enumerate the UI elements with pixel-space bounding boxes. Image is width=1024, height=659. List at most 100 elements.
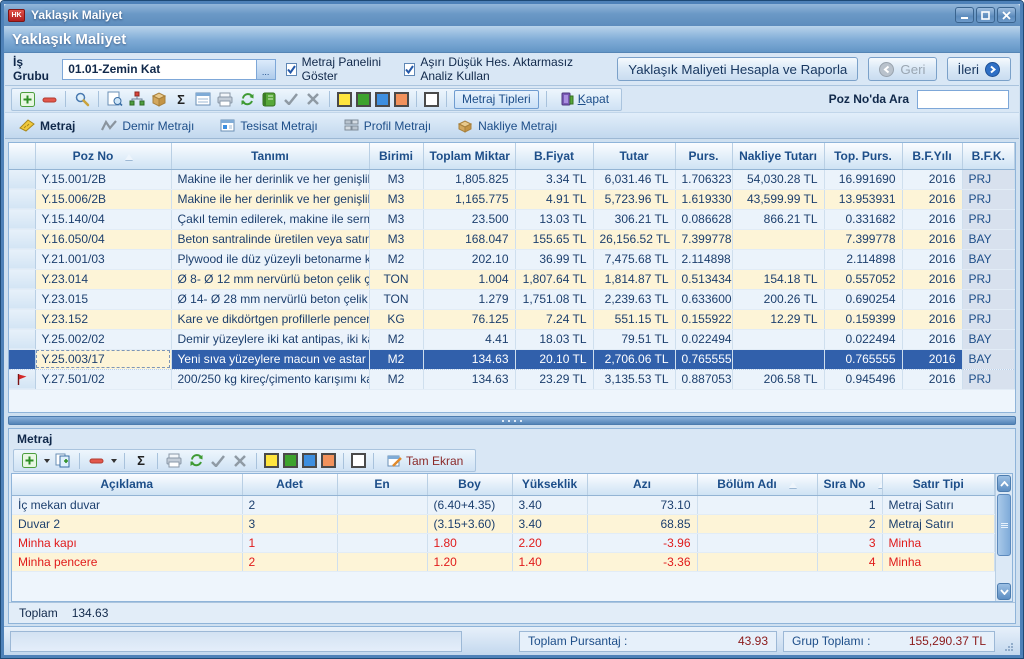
add-row-icon[interactable] xyxy=(18,90,36,108)
cell[interactable]: 0.765555 xyxy=(824,349,902,369)
cell[interactable]: 43,599.99 TL xyxy=(732,189,824,209)
cell[interactable]: Y.23.015 xyxy=(35,289,171,309)
table-row[interactable]: Y.21.001/03Plywood ile düz yüzeyli beton… xyxy=(9,249,1015,269)
tab-tesisat-metraji[interactable]: Tesisat Metrajı xyxy=(220,119,317,133)
cell[interactable] xyxy=(697,495,817,514)
table-row[interactable]: Minha kapı11.802.20-3.963Minha xyxy=(12,533,995,552)
tab-profil-metraji[interactable]: Profil Metrajı xyxy=(344,119,431,133)
cell[interactable]: M2 xyxy=(369,369,423,389)
cell[interactable] xyxy=(337,533,427,552)
column-header[interactable]: Adet xyxy=(242,474,337,495)
print-icon[interactable] xyxy=(165,452,183,470)
row-selector-cell[interactable] xyxy=(9,189,35,209)
cell[interactable]: 0.887053 xyxy=(675,369,732,389)
cell[interactable]: 7.399778 xyxy=(824,229,902,249)
apply-check-icon[interactable] xyxy=(282,90,300,108)
color-swatch-green[interactable] xyxy=(283,453,298,468)
cell[interactable]: BAY xyxy=(962,329,1015,349)
cell[interactable]: 7.24 TL xyxy=(515,309,593,329)
cell[interactable]: KG xyxy=(369,309,423,329)
cell[interactable]: 2016 xyxy=(902,189,962,209)
cell[interactable]: 0.022494 xyxy=(824,329,902,349)
add-line-icon[interactable] xyxy=(20,452,38,470)
cell[interactable]: İç mekan duvar xyxy=(12,495,242,514)
column-header[interactable]: Tutar xyxy=(593,143,675,169)
cell[interactable]: 134.63 xyxy=(423,369,515,389)
package-icon[interactable] xyxy=(150,90,168,108)
table-row[interactable]: Y.15.140/04Çakıl temin edilerek, makine … xyxy=(9,209,1015,229)
cell[interactable] xyxy=(732,349,824,369)
cell[interactable]: 1,751.08 TL xyxy=(515,289,593,309)
cell[interactable] xyxy=(732,329,824,349)
cell[interactable]: Metraj Satırı xyxy=(882,514,995,533)
cell[interactable]: 36.99 TL xyxy=(515,249,593,269)
cell[interactable]: Y.15.001/2B xyxy=(35,169,171,189)
cell[interactable]: 1 xyxy=(817,495,882,514)
color-swatch-blue[interactable] xyxy=(375,92,390,107)
cell[interactable]: 2016 xyxy=(902,229,962,249)
cell[interactable]: 0.086628 xyxy=(675,209,732,229)
column-header[interactable]: Toplam Miktar xyxy=(423,143,515,169)
cell[interactable]: 168.047 xyxy=(423,229,515,249)
cell[interactable]: Minha xyxy=(882,552,995,571)
cell[interactable] xyxy=(337,495,427,514)
cell[interactable]: Kare ve dikdörtgen profillerle pencere v… xyxy=(171,309,369,329)
column-header[interactable]: Nakliye Tutarı xyxy=(732,143,824,169)
cell[interactable]: 54,030.28 TL xyxy=(732,169,824,189)
cell[interactable]: 68.85 xyxy=(587,514,697,533)
hierarchy-icon[interactable] xyxy=(128,90,146,108)
form-icon[interactable] xyxy=(194,90,212,108)
cell[interactable]: BAY xyxy=(962,349,1015,369)
cell[interactable]: Y.15.006/2B xyxy=(35,189,171,209)
column-header[interactable]: Boy xyxy=(427,474,512,495)
cell[interactable]: 2016 xyxy=(902,369,962,389)
scroll-down-button[interactable] xyxy=(997,583,1011,600)
cell[interactable]: 1.004 xyxy=(423,269,515,289)
cell[interactable]: 16.991690 xyxy=(824,169,902,189)
tab-demir-metraji[interactable]: Demir Metrajı xyxy=(101,119,194,133)
table-row[interactable]: Duvar 23(3.15+3.60)3.4068.852Metraj Satı… xyxy=(12,514,995,533)
table-row[interactable]: Y.25.003/17Yeni sıva yüzeylere macun ve … xyxy=(9,349,1015,369)
column-header[interactable]: Satır Tipi xyxy=(882,474,995,495)
cell[interactable]: Metraj Satırı xyxy=(882,495,995,514)
cell[interactable]: 2016 xyxy=(902,169,962,189)
cell[interactable]: M2 xyxy=(369,349,423,369)
table-row[interactable]: Y.23.152Kare ve dikdörtgen profillerle p… xyxy=(9,309,1015,329)
color-swatch-orange[interactable] xyxy=(394,92,409,107)
notebook-icon[interactable] xyxy=(260,90,278,108)
row-selector-cell[interactable] xyxy=(9,229,35,249)
cell[interactable]: BAY xyxy=(962,229,1015,249)
cell[interactable]: (3.15+3.60) xyxy=(427,514,512,533)
cell[interactable]: M3 xyxy=(369,189,423,209)
column-header[interactable]: Yükseklik xyxy=(512,474,587,495)
cell[interactable]: 551.15 TL xyxy=(593,309,675,329)
cell[interactable]: 1.706323 xyxy=(675,169,732,189)
kapat-button[interactable]: Kapat xyxy=(554,92,615,106)
minimize-button[interactable] xyxy=(955,7,974,23)
cell[interactable]: Plywood ile düz yüzeyli betonarme kalıbı… xyxy=(171,249,369,269)
scrollbar-thumb[interactable] xyxy=(997,494,1011,556)
cell[interactable]: Ø 8- Ø 12 mm nervürlü beton çelik çubuğu xyxy=(171,269,369,289)
cell[interactable]: Y.25.003/17 xyxy=(35,349,171,369)
cell[interactable]: 0.159399 xyxy=(824,309,902,329)
column-header[interactable]: Sıra No xyxy=(817,474,882,495)
cell[interactable]: TON xyxy=(369,289,423,309)
cell[interactable]: 79.51 TL xyxy=(593,329,675,349)
cell[interactable]: Ø 14- Ø 28 mm nervürlü beton çelik çubuğ xyxy=(171,289,369,309)
cell[interactable]: PRJ xyxy=(962,189,1015,209)
cell[interactable]: 23.29 TL xyxy=(515,369,593,389)
cell[interactable]: PRJ xyxy=(962,269,1015,289)
color-swatch-white[interactable] xyxy=(351,453,366,468)
remove-line-dropdown-icon[interactable] xyxy=(111,459,117,463)
row-selector-cell[interactable] xyxy=(9,169,35,189)
cell[interactable] xyxy=(337,552,427,571)
cell[interactable]: M3 xyxy=(369,209,423,229)
refresh-icon[interactable] xyxy=(238,90,256,108)
cell[interactable]: 2.114898 xyxy=(824,249,902,269)
column-header[interactable]: Bölüm Adı xyxy=(697,474,817,495)
table-row[interactable]: Y.27.501/02200/250 kg kireç/çimento karı… xyxy=(9,369,1015,389)
search-icon[interactable] xyxy=(73,90,91,108)
color-swatch-blue[interactable] xyxy=(302,453,317,468)
row-flag-cell[interactable] xyxy=(9,369,35,389)
panel-splitter[interactable] xyxy=(8,416,1016,425)
